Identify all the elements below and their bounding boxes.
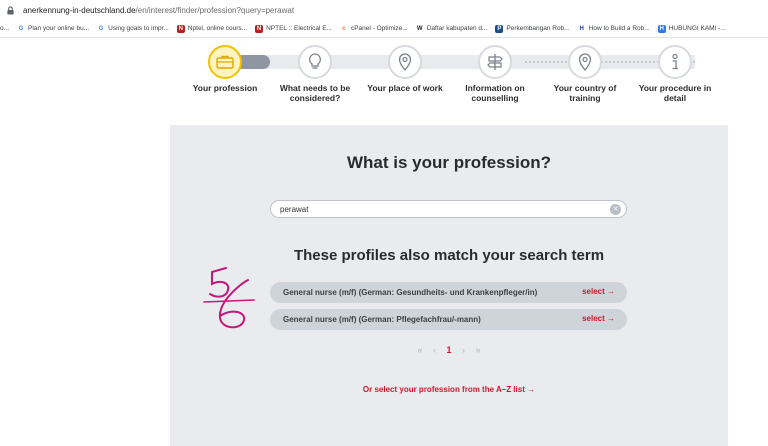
select-link[interactable]: select →	[582, 314, 615, 323]
google-icon: G	[98, 25, 104, 32]
select-link[interactable]: select →	[582, 287, 615, 296]
briefcase-icon	[208, 45, 242, 79]
step-label: Your country of training	[553, 83, 617, 103]
clear-search-icon[interactable]: ✕	[610, 204, 621, 215]
bookmark-item[interactable]: N NPTEL :: Electrical E...	[255, 24, 332, 33]
pagination: « ‹ 1 › »	[170, 345, 728, 355]
bookmark-label: Daftar kabupaten d...	[426, 25, 488, 32]
bookmarks-bar: o... G Plan your online bu... G Using goal…	[0, 20, 768, 38]
location-pin-icon	[568, 45, 602, 79]
bookmark-item[interactable]: o...	[0, 25, 9, 32]
result-title: General nurse (m/f) (German: Gesundheits…	[283, 288, 538, 297]
search-input[interactable]: perawat ✕	[270, 200, 627, 218]
step-label: Information on counselling	[465, 83, 525, 103]
search-input-value: perawat	[280, 204, 309, 214]
bookmark-label: cPanel - Optimize...	[350, 25, 408, 32]
step-place-of-work[interactable]: Your place of work	[360, 38, 450, 93]
bookmark-label: HUBUNGI KAMI -...	[668, 25, 726, 32]
handwritten-annotation	[203, 267, 255, 329]
result-title: General nurse (m/f) (German: Pflegefachf…	[283, 315, 481, 324]
bookmark-label: o...	[0, 25, 10, 32]
result-item[interactable]: General nurse (m/f) (German: Gesundheits…	[270, 282, 627, 303]
signpost-icon	[478, 45, 512, 79]
lightbulb-icon	[298, 45, 332, 79]
info-icon	[658, 45, 692, 79]
page-title: What is your profession?	[346, 153, 552, 172]
lock-icon	[7, 5, 14, 15]
url-path: /en/interest/finder/profession?query=per…	[135, 5, 295, 15]
step-label: What needs to be considered?	[279, 83, 351, 103]
bookmark-label: Nptel, online cours...	[187, 25, 248, 32]
address-bar[interactable]: anerkennung-in-deutschland.de/en/interes…	[0, 0, 768, 20]
bookmark-item[interactable]: W Daftar kabupaten d...	[416, 25, 488, 33]
bookmark-label: Perkembangan Rob...	[506, 25, 570, 32]
nptel-icon: N	[255, 24, 264, 33]
bookmark-item[interactable]: P Perkembangan Rob...	[495, 24, 570, 33]
step-counselling[interactable]: Information on counselling	[450, 38, 540, 103]
step-considerations[interactable]: What needs to be considered?	[270, 38, 360, 103]
bookmark-item[interactable]: N Nptel, online cours...	[176, 24, 248, 33]
result-item[interactable]: General nurse (m/f) (German: Pflegefachf…	[270, 309, 627, 330]
last-page-button[interactable]: »	[476, 345, 481, 355]
az-list-link[interactable]: Or select your profession from the A–Z l…	[170, 385, 728, 394]
next-page-button[interactable]: ›	[462, 345, 465, 355]
progress-steps: Your profession What needs to be conside…	[180, 38, 740, 108]
wikipedia-icon: W	[416, 25, 423, 32]
bookmark-label: NPTEL :: Electrical E...	[266, 25, 332, 32]
url-host: anerkennung-in-deutschland.de	[23, 5, 136, 15]
current-page[interactable]: 1	[446, 345, 451, 355]
bookmark-item[interactable]: H HUBUNGI KAMI -...	[657, 24, 726, 33]
first-page-button[interactable]: «	[417, 345, 422, 355]
google-icon: G	[18, 25, 24, 32]
cpanel-icon: c	[342, 25, 346, 32]
step-your-profession[interactable]: Your profession	[180, 38, 270, 93]
bookmark-item[interactable]: G Plan your online bu...	[17, 25, 89, 33]
bookmark-item[interactable]: H How to Build a Rob...	[578, 25, 650, 33]
bookmark-label: Using goals to impr...	[108, 25, 169, 32]
bookmark-favicon-icon: P	[495, 24, 504, 33]
bookmark-item[interactable]: c cPanel - Optimize...	[340, 25, 408, 33]
nptel-icon: N	[176, 24, 185, 33]
bookmark-label: How to Build a Rob...	[588, 25, 650, 32]
step-label: Your place of work	[367, 83, 443, 93]
bookmark-favicon-icon: H	[657, 24, 666, 33]
robot-icon: H	[579, 25, 584, 32]
step-procedure-detail[interactable]: Your procedure in detail	[630, 38, 720, 103]
step-label: Your procedure in detail	[638, 83, 712, 103]
step-label: Your profession	[192, 83, 258, 93]
location-pin-icon	[388, 45, 422, 79]
bookmark-label: Plan your online bu...	[28, 25, 90, 32]
bookmark-item[interactable]: G Using goals to impr...	[97, 25, 169, 33]
step-country-of-training[interactable]: Your country of training	[540, 38, 630, 103]
prev-page-button[interactable]: ‹	[433, 345, 436, 355]
